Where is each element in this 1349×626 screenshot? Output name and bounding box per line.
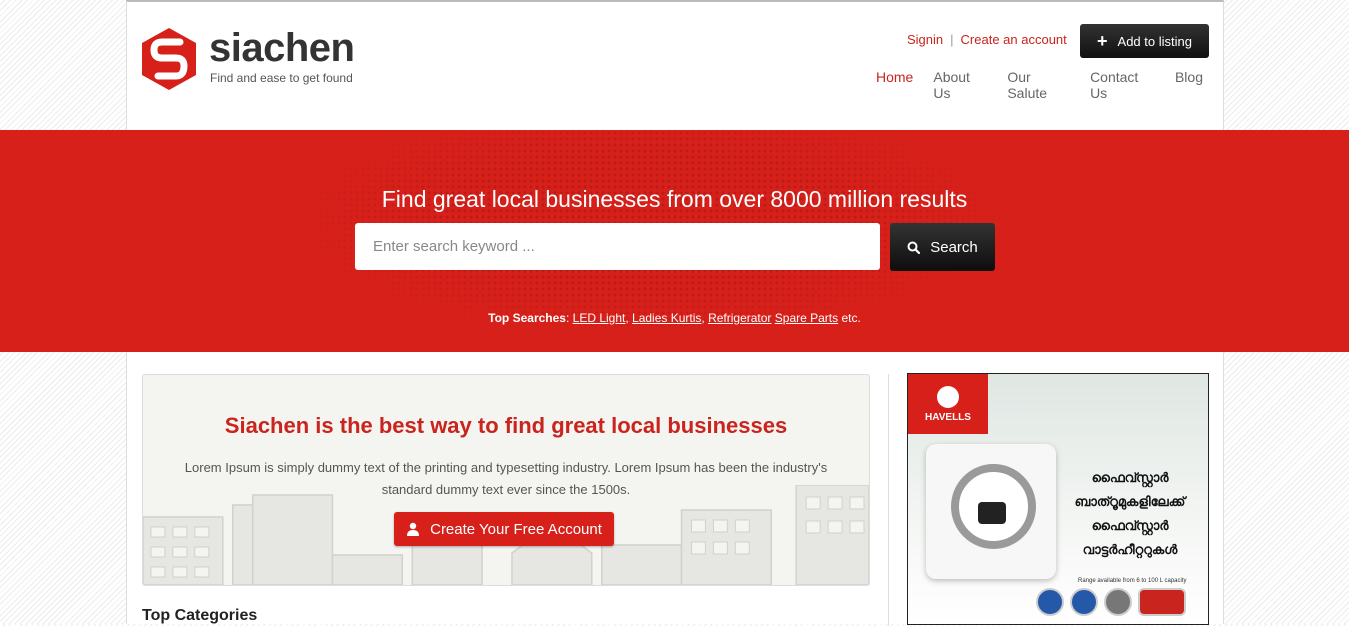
create-free-account-button[interactable]: Create Your Free Account — [394, 512, 614, 546]
top-search-link[interactable]: LED Light — [573, 311, 626, 325]
top-search-link[interactable]: Ladies Kurtis — [632, 311, 701, 325]
promo-title: Siachen is the best way to find great lo… — [224, 413, 788, 438]
user-icon — [407, 522, 420, 536]
column-divider — [888, 374, 889, 626]
ad-line: ഫൈവ്സ്റ്റാർ — [1091, 470, 1169, 485]
top-search-link[interactable]: Refrigerator — [708, 311, 771, 325]
nav-home[interactable]: Home — [876, 69, 913, 101]
havells-mark-icon — [937, 386, 959, 408]
add-to-listing-label: Add to listing — [1117, 33, 1192, 49]
hero-banner: Find great local businesses from over 80… — [0, 130, 1349, 352]
ad-headline: ഫൈവ്സ്റ്റാർ ബാത്റൂമുകളിലേക്ക് ഫൈവ്സ്റ്റാ… — [1060, 466, 1200, 562]
brand-tagline: Find and ease to get found — [210, 71, 353, 85]
brand-name[interactable]: siachen — [209, 26, 355, 71]
top-search-link[interactable]: Spare Parts — [775, 311, 838, 325]
top-categories-heading: Top Categories — [142, 607, 258, 624]
promo-text: Lorem Ipsum is simply dummy text of the … — [184, 460, 828, 497]
star-rating-badge-icon — [1138, 588, 1186, 616]
certification-badge-icon — [1036, 588, 1064, 616]
ad-fine-print: Range available from 6 to 100 L capacity — [1078, 578, 1187, 584]
add-to-listing-button[interactable]: + Add to listing — [1080, 24, 1209, 58]
nav-contact-us[interactable]: Contact Us — [1090, 69, 1155, 101]
create-free-account-label: Create Your Free Account — [430, 520, 602, 538]
water-heater-image — [926, 444, 1056, 579]
main-nav: Home About Us Our Salute Contact Us Blog — [876, 69, 1223, 101]
promo-box: Siachen is the best way to find great lo… — [142, 374, 870, 586]
plus-icon: + — [1097, 31, 1108, 51]
certification-badge-icon — [1104, 588, 1132, 616]
search-button[interactable]: Search — [890, 223, 995, 271]
account-links: Signin | Create an account — [907, 32, 1067, 47]
create-account-link[interactable]: Create an account — [961, 32, 1067, 47]
page-container: siachen Find and ease to get found Signi… — [0, 0, 1349, 626]
search-icon — [907, 241, 921, 254]
nav-about-us[interactable]: About Us — [933, 69, 987, 101]
top-searches: Top Searches: LED Light, Ladies Kurtis, … — [488, 311, 861, 325]
top-searches-suffix: etc. — [841, 311, 861, 325]
ad-line: വാട്ടർഹീറ്ററുകൾ — [1082, 542, 1178, 557]
havells-logo: HAVELLS — [908, 374, 988, 434]
ad-line: ബാത്റൂമുകളിലേക്ക് — [1074, 494, 1186, 509]
hero-title: Find great local businesses from over 80… — [381, 186, 968, 212]
heater-display — [978, 502, 1006, 524]
nav-blog[interactable]: Blog — [1175, 69, 1203, 101]
signin-link[interactable]: Signin — [907, 32, 943, 47]
siachen-logo-icon[interactable] — [142, 28, 196, 90]
link-separator: | — [950, 32, 954, 47]
ad-line: ഫൈവ്സ്റ്റാർ — [1091, 518, 1169, 533]
search-button-label: Search — [930, 238, 978, 256]
search-input[interactable] — [355, 223, 880, 270]
nav-our-salute[interactable]: Our Salute — [1007, 69, 1070, 101]
advertisement-banner[interactable]: HAVELLS ഫൈവ്സ്റ്റാർ ബാത്റൂമുകളിലേക്ക് ഫൈ… — [907, 373, 1209, 625]
certification-badge-icon — [1070, 588, 1098, 616]
top-searches-label: Top Searches — [488, 311, 566, 325]
ad-brand: HAVELLS — [925, 412, 971, 423]
certification-badges — [1036, 588, 1186, 616]
